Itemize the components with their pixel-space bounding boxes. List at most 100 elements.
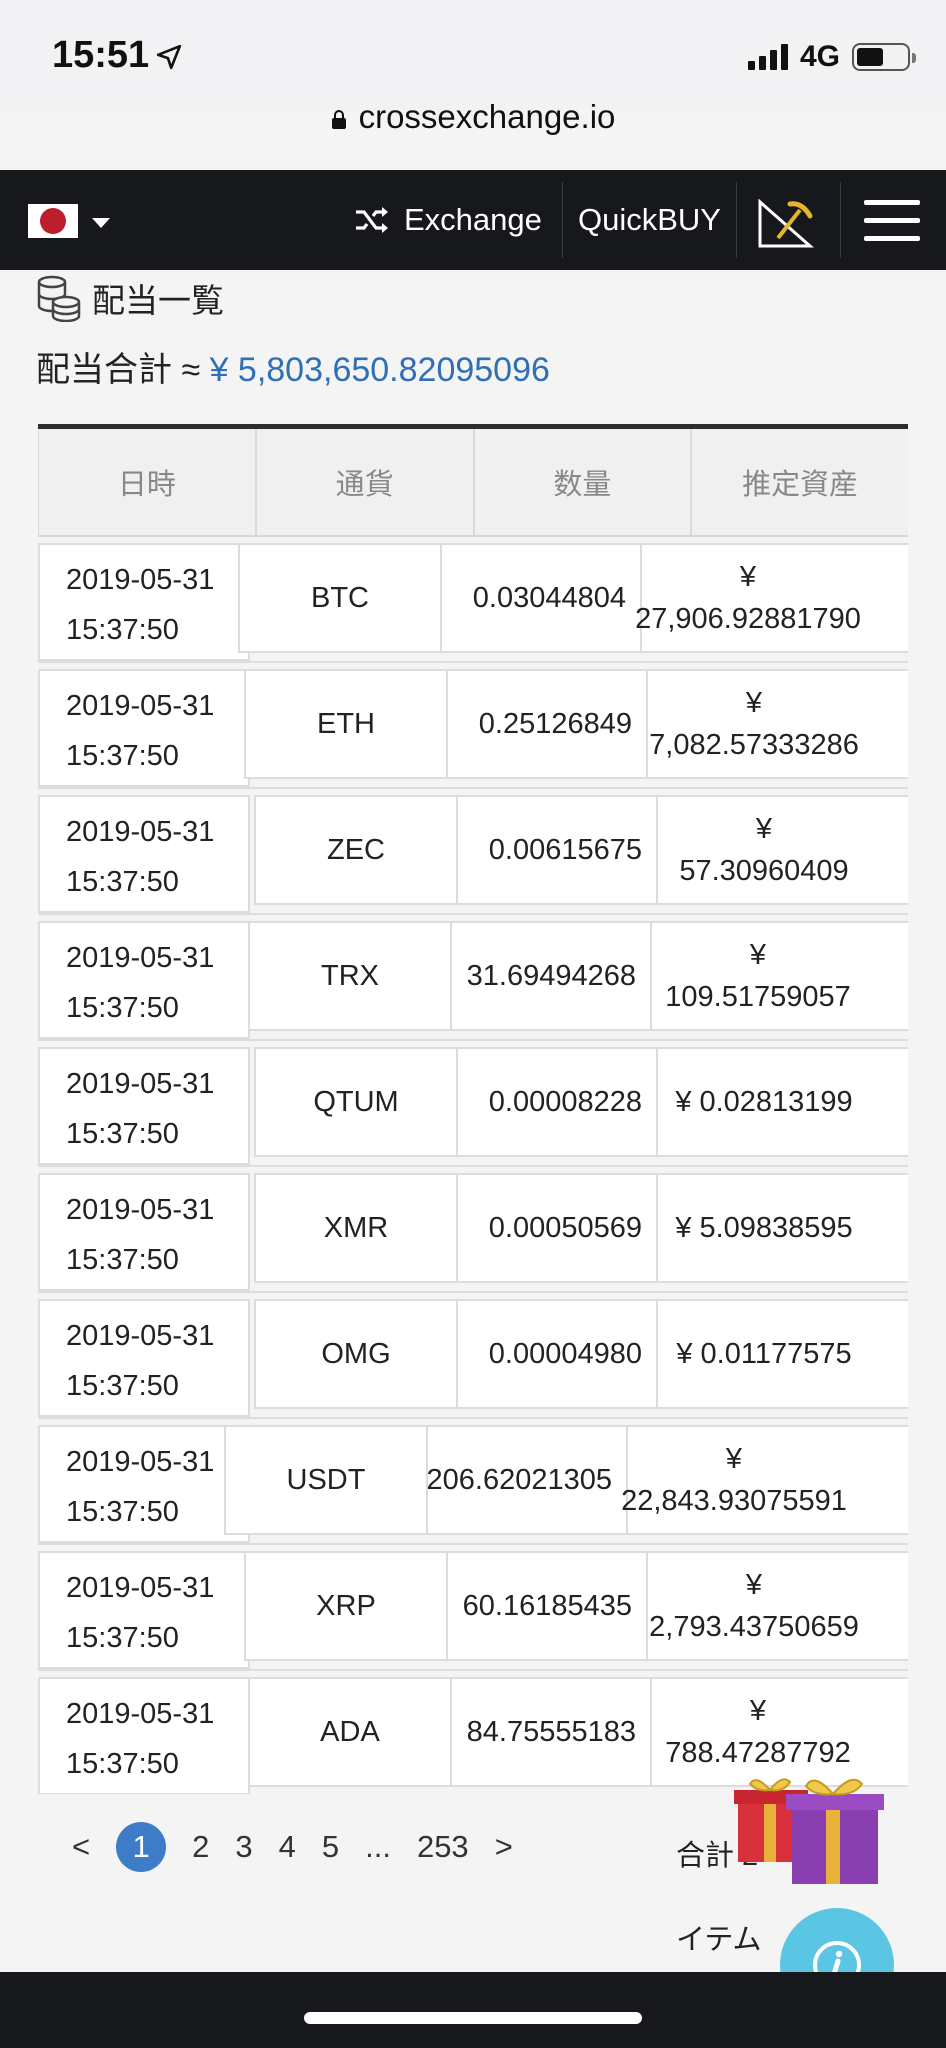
- estimated-value: 0.02813199: [699, 1086, 853, 1118]
- cell-time: 15:37:50: [66, 1244, 179, 1276]
- cell-estimated-value: ¥0.01177575: [656, 1301, 870, 1407]
- cell-datetime: 2019-05-31 15:37:50: [38, 1047, 250, 1165]
- japan-flag-icon[interactable]: [28, 204, 78, 238]
- page-title: 配当一覧: [92, 282, 224, 319]
- cell-datetime: 2019-05-31 15:37:50: [38, 921, 250, 1039]
- row-values: ETH 0.25126849 ¥7,082.57333286: [244, 669, 908, 779]
- yen-symbol: ¥: [676, 1338, 693, 1370]
- cell-estimated-value: ¥7,082.57333286: [646, 671, 860, 777]
- cell-amount: 0.25126849: [446, 671, 646, 777]
- table-row: 2019-05-31 15:37:50 TRX 31.69494268 ¥109.517…: [38, 915, 908, 1041]
- estimated-value: 788.47287792: [665, 1737, 851, 1769]
- cell-time: 15:37:50: [66, 992, 179, 1024]
- cell-date: 2019-05-31: [66, 1068, 215, 1100]
- cell-date: 2019-05-31: [66, 1446, 215, 1478]
- row-values: QTUM 0.00008228 ¥0.02813199: [254, 1047, 908, 1157]
- cell-currency: USDT: [286, 1464, 366, 1496]
- page-button-4[interactable]: 4: [279, 1829, 296, 1865]
- prev-page-button[interactable]: <: [72, 1829, 90, 1865]
- cell-currency: OMG: [321, 1338, 391, 1370]
- mining-icon[interactable]: [756, 192, 814, 250]
- cell-amount: 0.00004980: [456, 1301, 656, 1407]
- table-row: 2019-05-31 15:37:50 QTUM 0.00008228 ¥0.02813…: [38, 1041, 908, 1167]
- cell-datetime: 2019-05-31 15:37:50: [38, 1677, 250, 1794]
- page-button-2[interactable]: 2: [192, 1829, 209, 1865]
- estimated-value: 7,082.57333286: [649, 729, 859, 761]
- estimated-value: 22,843.93075591: [621, 1485, 847, 1517]
- page-button-last[interactable]: 253: [417, 1829, 469, 1865]
- cell-amount: 0.03044804: [440, 545, 640, 651]
- site-navbar: Exchange QuickBUY: [0, 170, 946, 270]
- table-header: 日時 通貨 数量 推定資産: [38, 429, 908, 537]
- cell-date: 2019-05-31: [66, 1320, 215, 1352]
- page-button-3[interactable]: 3: [235, 1829, 252, 1865]
- nav-exchange-label: Exchange: [404, 202, 542, 237]
- item-label: イテム: [676, 1924, 762, 1956]
- cell-currency: XRP: [316, 1590, 376, 1622]
- total-label: 配当合計 ≈: [36, 351, 201, 389]
- dividend-table: 日時 通貨 数量 推定資産 2019-05-31 15:37:50 BTC 0.030…: [38, 424, 908, 1794]
- row-values: XRP 60.16185435 ¥2,793.43750659: [244, 1551, 908, 1661]
- table-row: 2019-05-31 15:37:50 ZEC 0.00615675 ¥57.30960…: [38, 789, 908, 915]
- table-row: 2019-05-31 15:37:50 OMG 0.00004980 ¥0.011775…: [38, 1293, 908, 1419]
- signal-icon: [747, 44, 788, 70]
- yen-symbol: ¥: [745, 687, 763, 719]
- cell-time: 15:37:50: [66, 1496, 179, 1528]
- chevron-down-icon[interactable]: [92, 218, 110, 228]
- cell-currency: XMR: [323, 1212, 389, 1244]
- hamburger-menu-icon[interactable]: [864, 200, 920, 242]
- cell-time: 15:37:50: [66, 1622, 179, 1654]
- cell-time: 15:37:50: [66, 614, 179, 646]
- status-time: 15:51: [52, 34, 150, 76]
- cell-datetime: 2019-05-31 15:37:50: [38, 1173, 250, 1291]
- status-indicators: 4G: [747, 40, 916, 74]
- shuffle-icon: [356, 207, 388, 233]
- table-row: 2019-05-31 15:37:50 XRP 60.16185435 ¥2,793.4…: [38, 1545, 908, 1671]
- cell-datetime: 2019-05-31 15:37:50: [38, 1299, 250, 1417]
- table-body: 2019-05-31 15:37:50 BTC 0.03044804 ¥27,906.9…: [38, 537, 908, 1794]
- home-indicator[interactable]: [304, 2012, 642, 2024]
- yen-symbol: ¥: [675, 1212, 692, 1244]
- header-currency[interactable]: 通貨: [254, 429, 473, 535]
- url-text: crossexchange.io: [358, 98, 616, 135]
- gift-box-icon[interactable]: [734, 1770, 894, 1890]
- nav-exchange-link[interactable]: Exchange: [354, 170, 542, 270]
- home-bar-area: [0, 1972, 946, 2048]
- cell-time: 15:37:50: [66, 1748, 179, 1780]
- yen-symbol: ¥: [749, 939, 767, 971]
- page-ellipsis: ...: [365, 1829, 391, 1864]
- cell-estimated-value: ¥22,843.93075591: [621, 1427, 847, 1533]
- row-values: OMG 0.00004980 ¥0.01177575: [254, 1299, 908, 1409]
- cell-estimated-value: ¥5.09838595: [656, 1175, 870, 1281]
- cell-date: 2019-05-31: [66, 690, 215, 722]
- cell-currency: ZEC: [327, 834, 385, 866]
- cell-datetime: 2019-05-31 15:37:50: [38, 1425, 250, 1543]
- cell-date: 2019-05-31: [66, 942, 215, 974]
- cell-currency: ADA: [320, 1716, 380, 1748]
- table-row: 2019-05-31 15:37:50 XMR 0.00050569 ¥5.098385…: [38, 1167, 908, 1293]
- cell-date: 2019-05-31: [66, 1572, 215, 1604]
- cell-datetime: 2019-05-31 15:37:50: [38, 669, 250, 787]
- cell-datetime: 2019-05-31 15:37:50: [38, 795, 250, 913]
- cell-estimated-value: ¥27,906.92881790: [635, 545, 861, 651]
- header-estimated-value[interactable]: 推定資産: [690, 429, 908, 535]
- cell-amount: 206.62021305: [426, 1427, 626, 1533]
- estimated-value: 57.30960409: [679, 855, 849, 887]
- header-amount[interactable]: 数量: [472, 429, 691, 535]
- next-page-button[interactable]: >: [495, 1829, 513, 1865]
- page-button-1[interactable]: 1: [116, 1822, 167, 1872]
- dividend-header: 配当一覧 配当合計 ≈ ¥ 5,803,650.82095096: [36, 270, 910, 391]
- cell-time: 15:37:50: [66, 866, 179, 898]
- nav-quickbuy-link[interactable]: QuickBUY: [578, 170, 721, 270]
- header-datetime[interactable]: 日時: [38, 429, 255, 535]
- row-values: BTC 0.03044804 ¥27,906.92881790: [238, 543, 908, 653]
- nav-divider: [840, 182, 841, 258]
- estimated-value: 0.01177575: [700, 1338, 852, 1370]
- estimated-value: 109.51759057: [665, 981, 851, 1013]
- lock-icon: [331, 110, 346, 129]
- url-bar[interactable]: crossexchange.io: [0, 98, 946, 136]
- page-button-5[interactable]: 5: [322, 1829, 339, 1865]
- cell-date: 2019-05-31: [66, 1194, 215, 1226]
- estimated-value: 27,906.92881790: [635, 603, 861, 635]
- cell-date: 2019-05-31: [66, 1698, 215, 1730]
